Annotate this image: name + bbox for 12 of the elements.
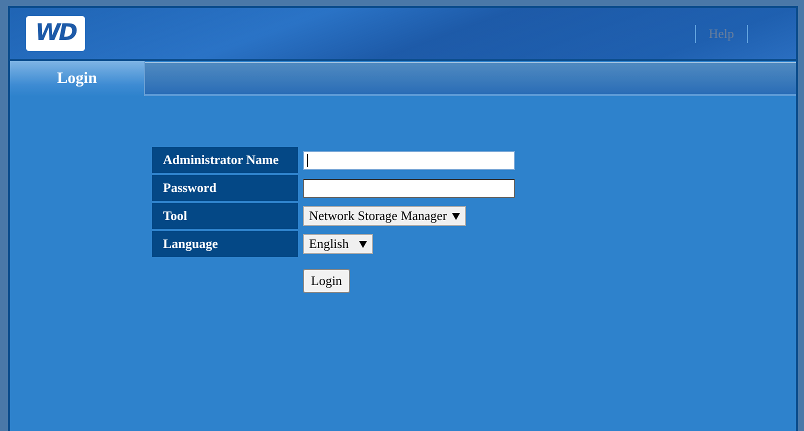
field-label: Password bbox=[152, 175, 298, 201]
dropdown-arrow-icon bbox=[452, 212, 460, 220]
dropdown[interactable]: Network Storage Manager bbox=[303, 206, 466, 226]
field-label: Administrator Name bbox=[152, 147, 298, 173]
field-label: Language bbox=[152, 231, 298, 257]
input-field[interactable] bbox=[303, 150, 515, 170]
logo: WD bbox=[26, 16, 85, 51]
dropdown[interactable]: English bbox=[303, 234, 373, 254]
field-label: Tool bbox=[152, 203, 298, 229]
dropdown-arrow-icon bbox=[359, 240, 367, 248]
login-button[interactable]: Login bbox=[303, 269, 350, 293]
password-field[interactable] bbox=[303, 178, 515, 198]
